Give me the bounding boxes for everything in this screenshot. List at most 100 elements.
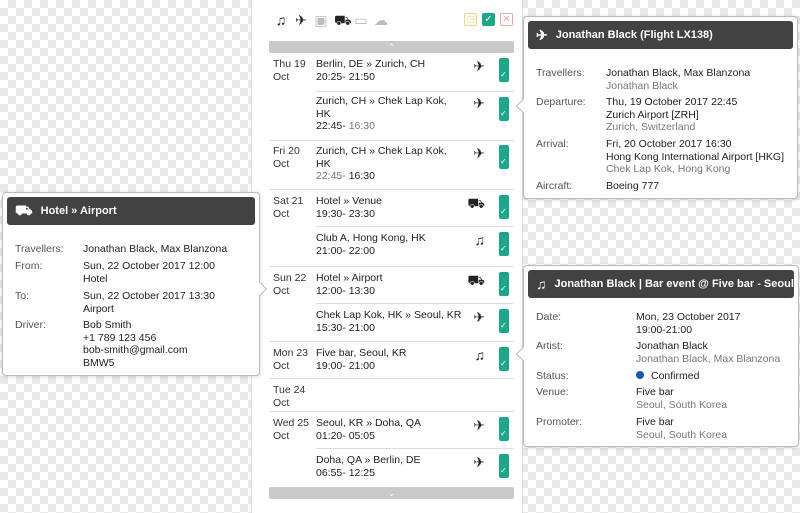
plane-icon: ✈ <box>536 26 548 43</box>
event-item[interactable]: Club A, Hong Kong, HK 21:00- 22:00 ♫ <box>316 232 511 260</box>
travellers-value: Jonathan Black, Max Blanzona <box>83 243 228 255</box>
scroll-down-button[interactable]: ⌄ <box>269 487 514 499</box>
divider <box>269 140 514 141</box>
confirmed-status-bar <box>499 347 509 371</box>
confirmed-status-bar <box>499 272 509 296</box>
field-label: Travellers: <box>536 67 585 79</box>
field-label: From: <box>15 260 43 272</box>
field-label: Promoter: <box>536 416 583 428</box>
day-name: Mon 23 <box>273 347 309 359</box>
field-label: Date: <box>536 311 562 323</box>
divider <box>269 411 514 412</box>
departure-city: Zurich, Switzerland <box>606 121 696 133</box>
cancelled-filter-icon[interactable]: ✕ <box>500 13 513 26</box>
train-icon[interactable]: ▣ <box>314 12 328 28</box>
car-icon: ⛟ <box>15 201 33 218</box>
day-label: Sat 21 Oct <box>273 195 303 221</box>
music-icon[interactable]: ♫ <box>274 12 288 28</box>
event-item[interactable]: Doha, QA » Berlin, DE 06:55- 12:25 ✈ <box>316 454 511 482</box>
field-label: Venue: <box>536 386 569 398</box>
popover-title: Jonathan Black (Flight LX138) <box>555 29 713 41</box>
event-item[interactable]: Zurich, CH » Chek Lap Kok, HK 22:45- 16:… <box>316 145 511 185</box>
field-label: Travellers: <box>15 243 64 255</box>
divider <box>316 303 514 304</box>
day-label: Mon 23 Oct <box>273 347 308 373</box>
field-label: Artist: <box>536 340 563 352</box>
driver-name: Bob Smith <box>83 319 132 331</box>
music-icon: ♫ <box>474 232 486 248</box>
cloud-icon[interactable]: ☁ <box>374 12 388 28</box>
event-item[interactable]: Seoul, KR » Doha, QA 01:20- 05:05 ✈ <box>316 417 511 445</box>
plane-icon: ✈ <box>473 58 485 74</box>
divider <box>316 91 514 92</box>
event-time-end: 16:30 <box>348 170 375 182</box>
promoter-city: Seoul, South Korea <box>636 428 728 441</box>
day-label: Fri 20 Oct <box>273 145 300 171</box>
car-icon[interactable]: ⛟ <box>334 12 352 28</box>
bar-event-popover: ♫ Jonathan Black | Bar event @ Five bar … <box>515 265 799 447</box>
plane-icon: ✈ <box>473 417 485 433</box>
event-item[interactable]: Berlin, DE » Zurich, CH 20:25- 21:50 ✈ <box>316 58 511 86</box>
confirmed-status-bar <box>499 97 509 121</box>
scroll-up-button[interactable]: ⌃ <box>269 41 514 53</box>
event-time-end: 16:30 <box>348 120 375 132</box>
field-label: Status: <box>536 370 569 382</box>
plane-icon: ✈ <box>473 309 485 325</box>
plane-icon: ✈ <box>473 95 485 111</box>
popover-title: Jonathan Black | Bar event @ Five bar - … <box>554 278 794 290</box>
popover-header: ⛟ Hotel » Airport <box>7 197 255 225</box>
status-filter-bar: ◷ ✓ ✕ <box>464 13 513 26</box>
artist-sub: Jonathan Black, Max Blanzona <box>636 352 781 365</box>
arrival-city: Chek Lap Kok, Hong Kong <box>606 163 731 175</box>
day-label: Sun 22 Oct <box>273 272 306 298</box>
event-item[interactable]: Hotel » Venue 19:30- 23:30 ⛟ <box>316 195 511 223</box>
confirmed-status-bar <box>499 454 509 478</box>
divider <box>269 341 514 342</box>
day-month: Oct <box>273 71 290 83</box>
driver-phone[interactable]: +1 789 123 456 <box>83 332 188 345</box>
driver-car: BMW5 <box>83 356 115 369</box>
promoter-value: Five bar <box>636 416 674 428</box>
confirmed-filter-icon[interactable]: ✓ <box>482 13 495 26</box>
departure-airport: Zurich Airport [ZRH] <box>606 108 699 121</box>
field-label: Driver: <box>15 319 46 331</box>
pending-filter-icon[interactable]: ◷ <box>464 13 477 26</box>
arrival-airport: Hong Kong International Airport [HKG] <box>606 150 785 163</box>
arrival-date: Fri, 20 October 2017 16:30 <box>606 138 732 150</box>
confirmed-status-bar <box>499 145 509 169</box>
event-item[interactable]: Hotel » Airport 12:00- 13:30 ⛟ <box>316 272 511 300</box>
confirmed-status-bar <box>499 58 509 82</box>
event-time: 19:00-21:00 <box>636 323 693 336</box>
confirmed-status-bar <box>499 417 509 441</box>
confirmed-status-bar <box>499 232 509 256</box>
event-time-start: 22:45- <box>316 120 349 132</box>
event-date: Mon, 23 October 2017 <box>636 311 741 323</box>
field-label: Arrival: <box>536 138 569 150</box>
divider <box>269 189 514 190</box>
departure-date: Thu, 19 October 2017 22:45 <box>606 96 738 108</box>
day-month: Oct <box>273 208 290 220</box>
event-item[interactable]: Zurich, CH » Chek Lap Kok, HK 22:45- 16:… <box>316 95 511 135</box>
music-icon: ♫ <box>536 276 547 292</box>
day-name: Fri 20 <box>273 145 300 157</box>
event-item[interactable]: Chek Lap Kok, HK » Seoul, KR 15:30- 21:0… <box>316 309 511 337</box>
travellers-sub: Jonathan Black <box>606 79 678 92</box>
confirmed-status-bar <box>499 195 509 219</box>
from-place: Hotel <box>83 272 108 285</box>
event-item[interactable]: Five bar, Seoul, KR 19:00- 21:00 ♫ <box>316 347 511 375</box>
field-label: To: <box>15 290 30 302</box>
driver-email[interactable]: bob-smith@gmail.com <box>83 344 188 357</box>
day-name: Wed 25 <box>273 417 309 429</box>
day-label: Tue 24 Oct <box>273 384 305 410</box>
divider <box>269 266 514 267</box>
category-filter-bar: ♫ ✈ ▣ ⛟ ▭ ☁ <box>274 12 388 28</box>
confirmed-status-bar <box>499 309 509 333</box>
plane-icon[interactable]: ✈ <box>294 12 308 28</box>
day-month: Oct <box>273 397 290 409</box>
bed-icon[interactable]: ▭ <box>354 12 368 28</box>
divider <box>316 226 514 227</box>
day-month: Oct <box>273 360 290 372</box>
plane-icon: ✈ <box>473 454 485 470</box>
day-label: Wed 25 Oct <box>273 417 309 443</box>
day-name: Thu 19 <box>273 58 306 70</box>
